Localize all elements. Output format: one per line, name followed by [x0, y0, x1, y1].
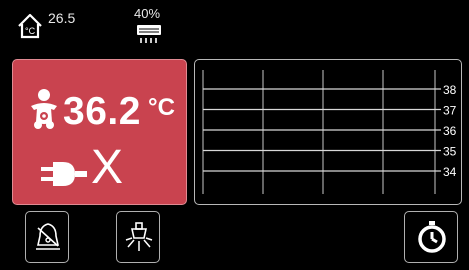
plug-icon	[41, 162, 87, 186]
house-celsius-icon: °C	[18, 13, 42, 39]
status-bar: °C 26.5 40%	[0, 0, 469, 56]
room-temperature: 26.5	[48, 10, 76, 26]
light-button[interactable]	[116, 211, 160, 263]
timer-icon	[418, 221, 446, 253]
alarm-silence-button[interactable]	[25, 211, 69, 263]
skin-temperature-alarm-panel[interactable]: 36.2 °C X	[12, 59, 187, 205]
temperature-unit: °C	[148, 94, 175, 121]
y-tick-label: 34	[443, 165, 457, 179]
skin-temperature-value: 36.2	[63, 90, 141, 133]
y-tick-label: 37	[443, 104, 457, 118]
humidity-value: 40%	[134, 6, 161, 21]
svg-text:°C: °C	[25, 26, 36, 36]
trend-chart-svg: 38 37 36 35 34	[202, 70, 457, 194]
y-tick-label: 38	[443, 83, 457, 97]
y-tick-label: 36	[443, 124, 457, 138]
lamp-icon	[125, 222, 153, 251]
baby-icon	[31, 89, 57, 129]
timer-button[interactable]	[404, 211, 458, 263]
alarm-bell-icon	[36, 223, 60, 250]
humidifier-icon	[137, 25, 161, 43]
y-tick-label: 35	[443, 145, 457, 159]
disconnect-x-mark: X	[91, 141, 124, 194]
temperature-trend-chart[interactable]: 38 37 36 35 34	[194, 59, 462, 205]
